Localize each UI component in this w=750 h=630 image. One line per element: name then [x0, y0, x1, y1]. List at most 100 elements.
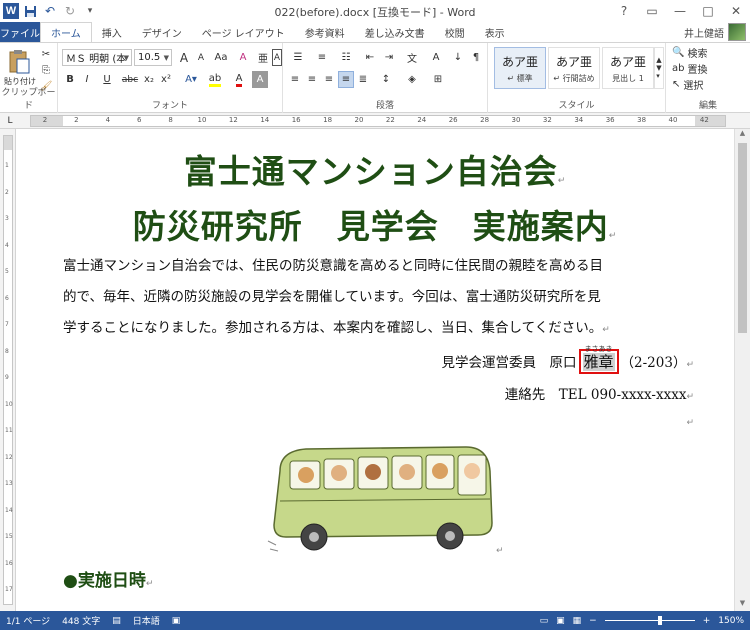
strikethrough-button[interactable]: abc [120, 71, 140, 88]
page-count[interactable]: 1/1 ページ [0, 614, 56, 627]
borders-icon[interactable]: ⊞ [427, 71, 449, 88]
tab-page-layout[interactable]: ページ レイアウト [192, 22, 295, 42]
tab-view[interactable]: 表示 [475, 22, 515, 42]
justify-icon[interactable]: ≡ [338, 71, 354, 88]
customize-qat-icon[interactable]: ▾ [81, 2, 99, 20]
document-page[interactable]: 富士通マンション自治会↵ 防災研究所 見学会 実施案内↵ 富士通マンション自治会… [16, 129, 734, 611]
vertical-ruler-margin [4, 136, 12, 150]
maximize-button[interactable]: □ [694, 0, 722, 22]
highlight-icon[interactable]: ab [204, 71, 226, 88]
line-spacing-icon[interactable]: ↕ [375, 71, 397, 88]
styles-gallery-scroll[interactable]: ▲ ▼ ▾ [654, 47, 664, 89]
ruler-number: 10 [197, 116, 207, 124]
macro-icon[interactable]: ▣ [166, 616, 187, 626]
scroll-thumb[interactable] [738, 143, 747, 333]
close-button[interactable]: ✕ [722, 0, 750, 22]
phonetic-guide-button[interactable]: 亜 [254, 49, 272, 66]
read-mode-icon[interactable]: ▭ [540, 616, 549, 626]
zoom-out-icon[interactable]: − [589, 616, 597, 626]
save-icon[interactable] [21, 2, 39, 20]
subscript-button[interactable]: x₂ [141, 71, 157, 88]
align-right-icon[interactable]: ≡ [321, 71, 337, 88]
spell-check-icon[interactable]: ▤ [106, 616, 127, 626]
word-app-icon[interactable]: W [3, 3, 19, 19]
tab-home[interactable]: ホーム [40, 22, 92, 42]
vertical-scrollbar[interactable]: ▲ ▼ [734, 129, 750, 611]
underline-button[interactable]: U [96, 71, 118, 88]
shading-icon[interactable]: ◈ [401, 71, 423, 88]
zoom-in-icon[interactable]: + [703, 616, 711, 626]
user-account[interactable]: 井上健語 [684, 23, 746, 41]
distributed-icon[interactable]: ≣ [355, 71, 371, 88]
scroll-up-icon[interactable]: ▲ [735, 129, 750, 141]
find-button[interactable]: 🔍 検索 [672, 45, 732, 60]
bus-illustration[interactable] [266, 441, 496, 559]
bold-button[interactable]: B [62, 71, 78, 88]
style-normal[interactable]: あア亜 ↵ 標準 [494, 47, 546, 89]
text-effects-icon[interactable]: A▾ [180, 71, 202, 88]
char-shading-icon[interactable]: A [252, 71, 268, 88]
decrease-indent-icon[interactable]: ⇤ [361, 49, 379, 66]
shrink-font-button[interactable]: A [193, 49, 209, 66]
font-color-icon[interactable]: A [228, 71, 250, 88]
scroll-down-icon[interactable]: ▼ [735, 599, 750, 611]
tab-mailings[interactable]: 差し込み文書 [355, 22, 435, 42]
vertical-ruler-number: 12 [5, 453, 13, 461]
show-marks-icon[interactable]: ¶ [468, 49, 484, 66]
web-layout-icon[interactable]: ▦ [573, 616, 582, 626]
increase-indent-icon[interactable]: ⇥ [380, 49, 398, 66]
cut-icon[interactable]: ✂ [38, 47, 54, 61]
tab-review[interactable]: 校閲 [435, 22, 475, 42]
tab-references[interactable]: 参考資料 [295, 22, 355, 42]
vertical-ruler-number: 13 [5, 480, 13, 487]
style-name: ↵ 行間詰め [553, 74, 595, 83]
sort-icon[interactable]: ↓ [449, 49, 467, 66]
align-center-icon[interactable]: ≡ [304, 71, 320, 88]
redo-icon[interactable]: ↻ [61, 2, 79, 20]
word-count[interactable]: 448 文字 [56, 614, 106, 627]
language[interactable]: 日本語 [127, 614, 166, 627]
avatar [728, 23, 746, 41]
tab-file[interactable]: ファイル [0, 22, 40, 42]
print-layout-icon[interactable]: ▣ [556, 616, 565, 626]
bullets-icon[interactable]: ☰ [287, 49, 309, 66]
style-no-spacing[interactable]: あア亜 ↵ 行間詰め [548, 47, 600, 89]
ruler-number: 32 [542, 116, 552, 124]
numbering-icon[interactable]: ≡ [311, 49, 333, 66]
change-case-button[interactable]: Aa [211, 49, 231, 66]
select-button[interactable]: ↖ 選択 [672, 77, 732, 92]
font-name-select[interactable]: ＭＳ 明朝 (本 ▼ [62, 49, 132, 66]
body-paragraph: 富士通マンション自治会では、住民の防災意識を高めると同時に住民間の親睦を高める目… [63, 251, 699, 346]
section-heading-text: ●実施日時 [63, 571, 146, 591]
italic-button[interactable]: I [79, 71, 95, 88]
title-text-2: 防災研究所 見学会 実施案内 [132, 207, 609, 246]
replace-button[interactable]: ab 置換 [672, 61, 732, 76]
help-icon[interactable]: ? [610, 0, 638, 22]
undo-icon[interactable]: ↶ [41, 2, 59, 20]
multilevel-list-icon[interactable]: ☷ [335, 49, 357, 66]
minimize-button[interactable]: — [666, 0, 694, 22]
font-size-select[interactable]: 10.5 ▼ [134, 49, 172, 66]
copy-icon[interactable]: ⎘ [38, 63, 54, 77]
ruler-number: 40 [668, 116, 678, 124]
asian-layout-icon[interactable]: A [425, 49, 447, 66]
superscript-button[interactable]: x² [158, 71, 174, 88]
style-heading-1[interactable]: あア亜 見出し 1 [602, 47, 654, 89]
clear-format-button[interactable]: A [234, 49, 252, 66]
grow-font-button[interactable]: A [176, 49, 192, 66]
zoom-slider[interactable] [604, 616, 695, 625]
ribbon-display-icon[interactable]: ▭ [638, 0, 666, 22]
tab-insert[interactable]: 挿入 [92, 22, 132, 42]
zoom-slider-thumb[interactable] [658, 616, 663, 625]
committee-name-highlight[interactable]: まさあき 雅章 [578, 345, 619, 374]
paste-icon[interactable] [4, 47, 34, 77]
char-border-button[interactable]: A [272, 49, 282, 66]
horizontal-ruler[interactable]: 2 2 4 6 8 10 12 14 16 18 20 22 24 26 28 30 32 34 36 38 40 42 [30, 115, 726, 127]
tab-design[interactable]: デザイン [132, 22, 192, 42]
zoom-level[interactable]: 150% [718, 616, 744, 626]
ruler-number: 28 [480, 116, 490, 124]
text-direction-icon[interactable]: 文 [401, 49, 423, 66]
tab-selector-icon[interactable]: L [4, 115, 16, 127]
align-left-icon[interactable]: ≡ [287, 71, 303, 88]
committee-name: 雅章 [582, 353, 615, 371]
